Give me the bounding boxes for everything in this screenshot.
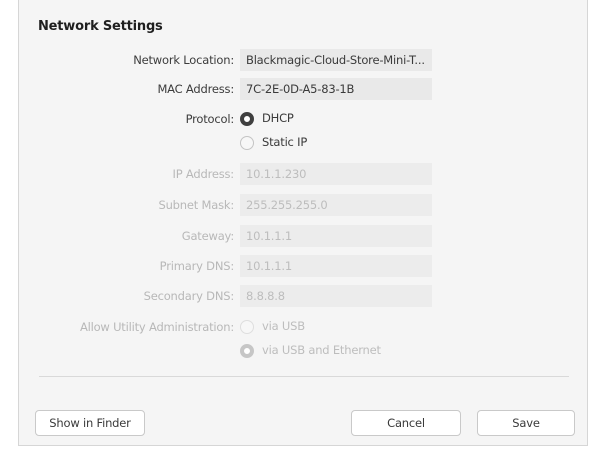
protocol-label: Protocol: [185, 112, 235, 126]
via-usb-ethernet-label[interactable]: via USB and Ethernet [262, 343, 381, 357]
mac-address-field: 7C-2E-0D-A5-83-1B [240, 78, 432, 100]
subnet-mask-field[interactable]: 255.255.255.0 [240, 194, 432, 216]
utility-admin-label: Allow Utility Administration: [79, 320, 234, 334]
gateway-label: Gateway: [181, 229, 234, 243]
ip-address-row: IP Address: 10.1.1.230 [19, 163, 589, 185]
ip-address-field[interactable]: 10.1.1.230 [240, 163, 432, 185]
gateway-field[interactable]: 10.1.1.1 [240, 225, 432, 247]
footer-divider [39, 376, 569, 377]
via-usb-label[interactable]: via USB [262, 319, 305, 333]
network-location-label: Network Location: [133, 53, 234, 67]
protocol-row: Protocol: [19, 108, 589, 130]
cancel-button[interactable]: Cancel [351, 410, 461, 436]
save-button[interactable]: Save [477, 410, 575, 436]
secondary-dns-row: Secondary DNS: 8.8.8.8 [19, 285, 589, 307]
gateway-row: Gateway: 10.1.1.1 [19, 225, 589, 247]
subnet-mask-row: Subnet Mask: 255.255.255.0 [19, 194, 589, 216]
dhcp-label[interactable]: DHCP [262, 111, 294, 125]
ip-address-label: IP Address: [172, 167, 235, 181]
via-usb-radio[interactable] [240, 320, 254, 334]
secondary-dns-field[interactable]: 8.8.8.8 [240, 285, 432, 307]
show-in-finder-button[interactable]: Show in Finder [35, 410, 145, 436]
subnet-mask-label: Subnet Mask: [158, 198, 234, 212]
via-usb-ethernet-radio[interactable] [240, 344, 254, 358]
primary-dns-label: Primary DNS: [159, 259, 235, 273]
mac-address-label: MAC Address: [157, 82, 234, 96]
secondary-dns-label: Secondary DNS: [143, 289, 235, 303]
mac-address-row: MAC Address: 7C-2E-0D-A5-83-1B [19, 78, 589, 100]
network-settings-panel: Network Settings Network Location: Black… [18, 0, 588, 446]
dhcp-radio[interactable] [240, 112, 254, 126]
network-location-row: Network Location: Blackmagic-Cloud-Store… [19, 49, 589, 71]
primary-dns-row: Primary DNS: 10.1.1.1 [19, 255, 589, 277]
network-location-field[interactable]: Blackmagic-Cloud-Store-Mini-T... [240, 49, 432, 71]
static-ip-label[interactable]: Static IP [262, 135, 307, 149]
primary-dns-field[interactable]: 10.1.1.1 [240, 255, 432, 277]
static-ip-radio[interactable] [240, 136, 254, 150]
dialog-title: Network Settings [38, 19, 163, 34]
